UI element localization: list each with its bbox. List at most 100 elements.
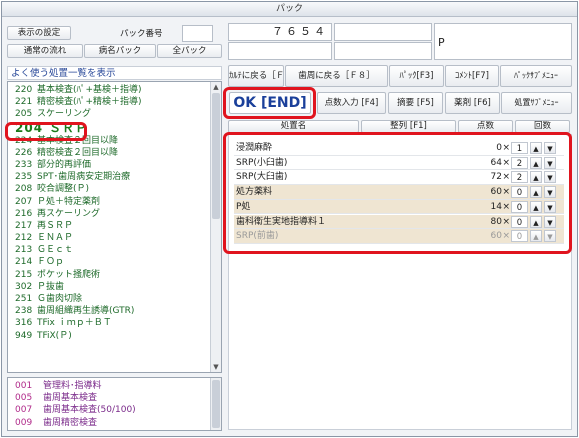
category-item-label: 歯周基本検査 bbox=[43, 393, 98, 404]
selected-highlight bbox=[5, 122, 87, 141]
category-list: 001 管理料･指導料 005 歯周基本検査 007 歯周基本検査(50/100) 009 歯… bbox=[7, 377, 222, 431]
list-item[interactable]: 217 再ＳＲＰ bbox=[8, 220, 211, 232]
category-item[interactable]: 007 歯周基本検査(50/100) bbox=[8, 404, 211, 416]
list-item-label: Ｇ歯肉切除 bbox=[37, 294, 83, 304]
list-item-code: 220 bbox=[15, 85, 33, 95]
category-item-code: 001 bbox=[15, 381, 33, 391]
list-item-code: 205 bbox=[15, 109, 33, 120]
header-field-3 bbox=[228, 42, 332, 60]
summary-button[interactable]: 摘要 [F5] bbox=[388, 92, 443, 114]
table-highlight bbox=[223, 132, 572, 254]
list-item-label: Ｐ処＋特定薬剤 bbox=[37, 196, 101, 207]
list-item-label: 部分的再評価 bbox=[37, 159, 92, 170]
list-item[interactable]: 215 ポケット掻爬術 bbox=[8, 269, 211, 281]
list-item-label: ＦＯｐ bbox=[37, 257, 65, 268]
list-item-code: 235 bbox=[15, 172, 33, 183]
category-item-code: 007 bbox=[15, 405, 33, 416]
pack-submenu-button[interactable]: ﾊﾟｯｸｻﾌﾞﾒﾆｭｰ bbox=[500, 65, 572, 87]
list-item-label: ポケット掻爬術 bbox=[37, 269, 101, 280]
list-item[interactable]: 316 TFix ｉｍｐ＋ＢＴ bbox=[8, 317, 211, 329]
back-to-karte-button[interactable]: ｶﾙﾃに戻る［Ｆ９］ bbox=[228, 65, 284, 87]
list-item-label: TFiX(Ｐ) bbox=[37, 330, 72, 341]
list-item-label: 再ＳＲＰ bbox=[37, 220, 74, 231]
list-item-label: TFix ｉｍｐ＋ＢＴ bbox=[37, 318, 112, 329]
list-item[interactable]: 233 部分的再評価 bbox=[8, 159, 211, 171]
medication-button[interactable]: 薬剤 [F6] bbox=[445, 92, 500, 114]
category-item-label: 歯周精密検査 bbox=[43, 417, 98, 428]
category-list-scrollbar[interactable] bbox=[210, 378, 221, 430]
disease-pack-button[interactable]: 病名パック bbox=[84, 44, 156, 58]
number-display: ７６５４ bbox=[228, 23, 332, 41]
list-item-code: 221 bbox=[15, 97, 33, 108]
list-item-label: ＥＮＡＰ bbox=[37, 233, 74, 244]
display-settings-button[interactable]: 表示の設定 bbox=[7, 26, 71, 40]
list-item[interactable]: 220 基本検査(ﾊﾟ+基検＋指導) bbox=[8, 84, 211, 96]
treatment-submenu-button[interactable]: 処置ｻﾌﾞﾒﾆｭｰ bbox=[501, 92, 572, 114]
list-item-label: ＧＥｃｔ bbox=[37, 245, 74, 256]
list-item-code: 217 bbox=[15, 220, 33, 231]
list-item-code: 233 bbox=[15, 159, 33, 170]
scroll-thumb[interactable] bbox=[212, 93, 220, 219]
list-item-code: 207 bbox=[15, 196, 33, 207]
all-pack-button[interactable]: 全パック bbox=[157, 44, 222, 58]
list-item[interactable]: 216 再スケーリング bbox=[8, 208, 211, 220]
list-item[interactable]: 949 TFiX(Ｐ) bbox=[8, 330, 211, 342]
list-item[interactable]: 207 Ｐ処＋特定薬剤 bbox=[8, 196, 211, 208]
chevron-down-icon[interactable]: ▼ bbox=[211, 362, 221, 372]
list-item[interactable]: 302 Ｐ抜歯 bbox=[8, 281, 211, 293]
list-item[interactable]: 226 精密検査２回目以降 bbox=[8, 147, 211, 159]
list-item-code: 216 bbox=[15, 208, 33, 219]
list-item-label: 精密検査(ﾊﾟ+精検＋指導) bbox=[37, 97, 142, 108]
comment-f7-button[interactable]: ｺﾒﾝﾄ[F7] bbox=[445, 65, 499, 87]
category-item[interactable]: 009 歯周精密検査 bbox=[8, 417, 211, 429]
list-item-label: 咬合調整(Ｐ) bbox=[37, 184, 90, 195]
category-item-label: 歯周基本検査(50/100) bbox=[43, 405, 136, 416]
section-label: よく使う処置一覧を表示 bbox=[7, 66, 222, 80]
header-field-2 bbox=[334, 23, 432, 41]
category-item-label: 管理料･指導料 bbox=[43, 381, 102, 391]
list-item-label: 精密検査２回目以降 bbox=[37, 147, 119, 158]
points-input-button[interactable]: 点数入力 [F4] bbox=[317, 92, 386, 114]
category-item-code: 005 bbox=[15, 393, 33, 404]
category-item[interactable]: 001 管理料･指導料 bbox=[8, 380, 211, 392]
list-item-code: 213 bbox=[15, 245, 33, 256]
list-item-label: SPT･歯周病安定期治療 bbox=[37, 172, 131, 183]
list-item[interactable]: 208 咬合調整(Ｐ) bbox=[8, 183, 211, 195]
category-scroll-thumb[interactable] bbox=[212, 380, 220, 428]
procedure-list-scrollbar[interactable]: ▲ ▼ bbox=[210, 82, 221, 372]
list-item[interactable]: 238 歯周組織再生誘導(GTR) bbox=[8, 305, 211, 317]
list-item[interactable]: 221 精密検査(ﾊﾟ+精検＋指導) bbox=[8, 96, 211, 108]
header-field-4 bbox=[334, 42, 432, 60]
list-item-label: 歯周組織再生誘導(GTR) bbox=[37, 306, 135, 317]
list-item-label: Ｐ抜歯 bbox=[37, 281, 65, 292]
list-item-code: 251 bbox=[15, 294, 33, 304]
list-item-code: 226 bbox=[15, 147, 33, 158]
back-to-tooth-button[interactable]: 歯周に戻る［Ｆ８］ bbox=[285, 65, 388, 87]
category-item-code: 009 bbox=[15, 417, 33, 428]
list-item-code: 238 bbox=[15, 306, 33, 317]
list-item-label: スケーリング bbox=[37, 109, 92, 120]
category-item[interactable]: 005 歯周基本検査 bbox=[8, 392, 211, 404]
list-item-code: 302 bbox=[15, 281, 33, 292]
list-item-code: 208 bbox=[15, 184, 33, 195]
pack-window: パック 表示の設定 パック番号 通常の流れ 病名パック 全パック ７６５４ P … bbox=[1, 1, 578, 437]
list-item[interactable]: 213 ＧＥｃｔ bbox=[8, 244, 211, 256]
pack-f3-button[interactable]: ﾊﾟｯｸ[F3] bbox=[389, 65, 444, 87]
pack-number-input[interactable] bbox=[182, 25, 213, 42]
normal-flow-button[interactable]: 通常の流れ bbox=[7, 44, 83, 58]
p-field: P bbox=[434, 23, 572, 60]
list-item-code: 215 bbox=[15, 269, 33, 280]
list-item[interactable]: 214 ＦＯｐ bbox=[8, 256, 211, 268]
list-item-code: 214 bbox=[15, 257, 33, 268]
list-item[interactable]: 212 ＥＮＡＰ bbox=[8, 232, 211, 244]
list-item-code: 949 bbox=[15, 330, 33, 341]
list-item[interactable]: 251 Ｇ歯肉切除 bbox=[8, 293, 211, 305]
list-item-code: 212 bbox=[15, 233, 33, 244]
window-title: パック bbox=[2, 2, 577, 17]
chevron-up-icon[interactable]: ▲ bbox=[211, 82, 221, 92]
list-item[interactable]: 235 SPT･歯周病安定期治療 bbox=[8, 171, 211, 183]
list-item-code: 316 bbox=[15, 318, 33, 329]
list-item-label: 再スケーリング bbox=[37, 208, 101, 219]
list-item-label: 基本検査(ﾊﾟ+基検＋指導) bbox=[37, 85, 142, 95]
list-item[interactable]: 205 スケーリング bbox=[8, 108, 211, 120]
